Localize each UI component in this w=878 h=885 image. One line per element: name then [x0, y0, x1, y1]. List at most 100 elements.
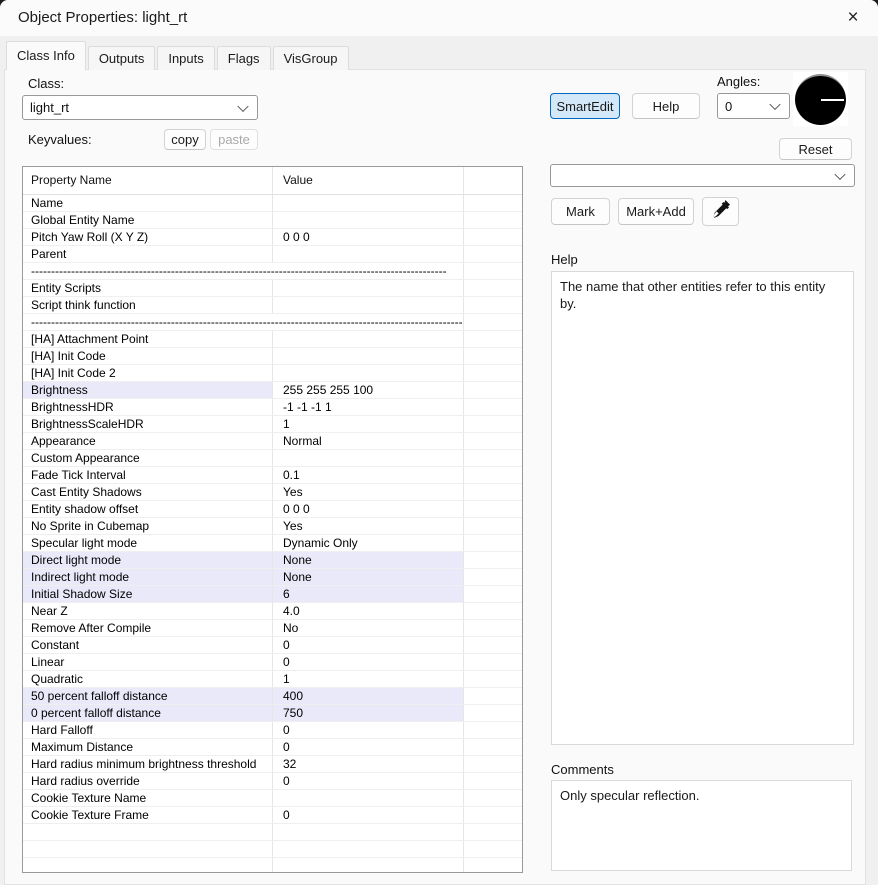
- property-name-cell[interactable]: [HA] Init Code: [23, 348, 273, 364]
- property-name-cell[interactable]: BrightnessScaleHDR: [23, 416, 273, 432]
- mark-button[interactable]: Mark: [551, 198, 610, 225]
- property-name-cell[interactable]: Hard radius override: [23, 773, 273, 789]
- property-value-cell[interactable]: 0: [273, 807, 464, 823]
- tab-class-info[interactable]: Class Info: [6, 41, 86, 70]
- property-name-cell[interactable]: Linear: [23, 654, 273, 670]
- property-value-cell[interactable]: [273, 280, 464, 296]
- property-name-cell[interactable]: 0 percent falloff distance: [23, 705, 273, 721]
- property-value-cell[interactable]: [273, 824, 464, 840]
- property-value-cell[interactable]: 1: [273, 671, 464, 687]
- property-name-cell[interactable]: Pitch Yaw Roll (X Y Z): [23, 229, 273, 245]
- property-value-cell[interactable]: [273, 348, 464, 364]
- property-value-cell[interactable]: 0: [273, 739, 464, 755]
- property-extra-cell: [464, 416, 522, 432]
- property-value-cell[interactable]: [273, 790, 464, 806]
- property-name-cell[interactable]: Fade Tick Interval: [23, 467, 273, 483]
- property-value-cell[interactable]: 0: [273, 654, 464, 670]
- copy-button[interactable]: copy: [164, 129, 206, 150]
- property-value-cell[interactable]: 0 0 0: [273, 229, 464, 245]
- property-value-cell[interactable]: 1: [273, 416, 464, 432]
- angle-dial-needle: [821, 99, 844, 101]
- property-value-cell[interactable]: Yes: [273, 484, 464, 500]
- property-name-cell[interactable]: Direct light mode: [23, 552, 273, 568]
- property-value-cell[interactable]: 0.1: [273, 467, 464, 483]
- property-value-cell[interactable]: [273, 297, 464, 313]
- property-value-cell[interactable]: [273, 195, 464, 211]
- property-name-cell[interactable]: Cookie Texture Name: [23, 790, 273, 806]
- close-button[interactable]: ×: [838, 4, 868, 32]
- property-value-cell[interactable]: Dynamic Only: [273, 535, 464, 551]
- property-extra-cell: [464, 552, 522, 568]
- property-value-cell[interactable]: None: [273, 569, 464, 585]
- property-value-cell[interactable]: [273, 450, 464, 466]
- property-value-cell[interactable]: 0: [273, 773, 464, 789]
- property-value-cell[interactable]: 400: [273, 688, 464, 704]
- property-name-cell[interactable]: Cast Entity Shadows: [23, 484, 273, 500]
- reset-button[interactable]: Reset: [779, 138, 852, 160]
- property-value-cell[interactable]: 0: [273, 722, 464, 738]
- tab-inputs[interactable]: Inputs: [157, 46, 214, 70]
- property-value-cell[interactable]: 0 0 0: [273, 501, 464, 517]
- property-name-cell[interactable]: Brightness: [23, 382, 273, 398]
- help-button[interactable]: Help: [632, 93, 700, 119]
- property-value-cell[interactable]: Normal: [273, 433, 464, 449]
- comments-text-box[interactable]: Only specular reflection.: [551, 780, 852, 871]
- property-name-cell[interactable]: Indirect light mode: [23, 569, 273, 585]
- property-value-cell[interactable]: [273, 365, 464, 381]
- property-name-cell[interactable]: Hard Falloff: [23, 722, 273, 738]
- property-name-cell[interactable]: Maximum Distance: [23, 739, 273, 755]
- property-value-cell[interactable]: 32: [273, 756, 464, 772]
- smartedit-button[interactable]: SmartEdit: [550, 93, 620, 119]
- tab-flags[interactable]: Flags: [217, 46, 271, 70]
- property-name-cell[interactable]: Initial Shadow Size: [23, 586, 273, 602]
- paste-button[interactable]: paste: [210, 129, 258, 150]
- property-name-cell[interactable]: [HA] Attachment Point: [23, 331, 273, 347]
- property-name-cell[interactable]: 50 percent falloff distance: [23, 688, 273, 704]
- value-combobox[interactable]: [550, 164, 855, 187]
- property-name-cell[interactable]: Quadratic: [23, 671, 273, 687]
- property-name-cell[interactable]: Hard radius minimum brightness threshold: [23, 756, 273, 772]
- property-value-cell[interactable]: None: [273, 552, 464, 568]
- tab-visgroup[interactable]: VisGroup: [273, 46, 349, 70]
- property-row: Custom Appearance: [23, 450, 522, 467]
- property-name-cell[interactable]: Constant: [23, 637, 273, 653]
- property-name-cell[interactable]: Custom Appearance: [23, 450, 273, 466]
- property-value-cell[interactable]: Yes: [273, 518, 464, 534]
- property-name-cell[interactable]: Entity shadow offset: [23, 501, 273, 517]
- property-name-cell[interactable]: [23, 824, 273, 840]
- property-name-cell[interactable]: Cookie Texture Frame: [23, 807, 273, 823]
- property-value-cell[interactable]: [273, 212, 464, 228]
- property-name-cell[interactable]: [HA] Init Code 2: [23, 365, 273, 381]
- property-name-cell[interactable]: Near Z: [23, 603, 273, 619]
- angle-dial[interactable]: [793, 72, 848, 126]
- tab-strip: Class InfoOutputsInputsFlagsVisGroup: [6, 42, 349, 70]
- property-value-cell[interactable]: [273, 246, 464, 262]
- property-name-cell[interactable]: Global Entity Name: [23, 212, 273, 228]
- property-name-cell[interactable]: Specular light mode: [23, 535, 273, 551]
- property-name-cell[interactable]: BrightnessHDR: [23, 399, 273, 415]
- property-value-cell[interactable]: 0: [273, 637, 464, 653]
- mark-add-button[interactable]: Mark+Add: [618, 198, 694, 225]
- property-name-cell[interactable]: Name: [23, 195, 273, 211]
- property-name-cell[interactable]: Script think function: [23, 297, 273, 313]
- property-value-cell[interactable]: 255 255 255 100: [273, 382, 464, 398]
- property-value-cell[interactable]: -1 -1 -1 1: [273, 399, 464, 415]
- property-name-cell[interactable]: Entity Scripts: [23, 280, 273, 296]
- property-value-cell[interactable]: [273, 331, 464, 347]
- property-name-cell[interactable]: Parent: [23, 246, 273, 262]
- property-value-cell[interactable]: 750: [273, 705, 464, 721]
- property-value-cell[interactable]: 6: [273, 586, 464, 602]
- property-name-cell[interactable]: [23, 858, 273, 873]
- property-name-cell[interactable]: No Sprite in Cubemap: [23, 518, 273, 534]
- angles-combobox[interactable]: 0: [717, 93, 790, 119]
- property-name-cell[interactable]: Remove After Compile: [23, 620, 273, 636]
- property-name-cell[interactable]: Appearance: [23, 433, 273, 449]
- class-combobox[interactable]: light_rt: [22, 95, 258, 120]
- property-value-cell[interactable]: 4.0: [273, 603, 464, 619]
- eyedropper-button[interactable]: [702, 197, 739, 226]
- property-value-cell[interactable]: [273, 858, 464, 873]
- property-value-cell[interactable]: No: [273, 620, 464, 636]
- property-value-cell[interactable]: [273, 841, 464, 857]
- tab-outputs[interactable]: Outputs: [88, 46, 156, 70]
- property-name-cell[interactable]: [23, 841, 273, 857]
